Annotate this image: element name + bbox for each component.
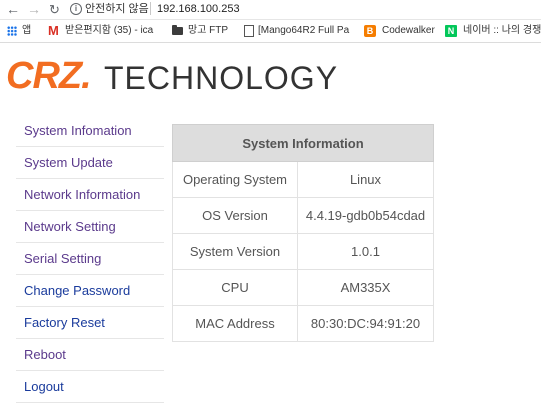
bookmark-apps[interactable]: 앱 bbox=[22, 20, 42, 42]
system-info-table: System Information Operating System Linu… bbox=[172, 124, 434, 342]
forward-arrow-icon[interactable]: → bbox=[27, 0, 41, 19]
apps-grid-icon bbox=[7, 26, 17, 36]
row-value: AM335X bbox=[297, 269, 434, 306]
table-header-row: System Information bbox=[172, 124, 434, 162]
sidebar-item-system-information[interactable]: System Infomation bbox=[16, 115, 164, 147]
info-icon[interactable]: i bbox=[70, 3, 82, 15]
back-arrow-icon[interactable]: ← bbox=[6, 0, 20, 19]
sidebar-item-network-information[interactable]: Network Information bbox=[16, 179, 164, 211]
sidebar-item-system-update[interactable]: System Update bbox=[16, 147, 164, 179]
bookmarks-bar: 앱 M 받은편지함 (35) - ica 망고 FTP [Mango64R2 F… bbox=[0, 20, 541, 43]
row-value: 80:30:DC:94:91:20 bbox=[297, 305, 434, 342]
sidebar-item-reboot[interactable]: Reboot bbox=[16, 339, 164, 371]
bookmark-inbox[interactable]: 받은편지함 (35) - ica bbox=[65, 20, 165, 42]
blogger-icon: B bbox=[364, 25, 376, 37]
security-label[interactable]: 안전하지 않음 bbox=[85, 2, 149, 16]
page-icon bbox=[244, 25, 254, 37]
url-field[interactable]: 192.168.100.253 bbox=[157, 2, 240, 16]
sidebar-item-factory-reset[interactable]: Factory Reset bbox=[16, 307, 164, 339]
table-row: CPU AM335X bbox=[172, 269, 434, 306]
browser-address-bar: ← → ↻ i 안전하지 않음 192.168.100.253 bbox=[0, 0, 541, 20]
url-separator bbox=[150, 2, 151, 15]
table-row: OS Version 4.4.19-gdb0b54cdad bbox=[172, 197, 434, 234]
naver-icon: N bbox=[445, 25, 457, 37]
sidebar-item-network-setting[interactable]: Network Setting bbox=[16, 211, 164, 243]
company-logo: CRZ. TECHNOLOGY bbox=[0, 44, 358, 107]
bookmark-naver[interactable]: 네이버 :: 나의 경쟁 bbox=[463, 20, 541, 42]
bookmark-mango64r2[interactable]: [Mango64R2 Full Pa bbox=[258, 20, 354, 42]
row-key: System Version bbox=[172, 233, 298, 270]
sidebar-item-logout[interactable]: Logout bbox=[16, 371, 164, 403]
row-key: OS Version bbox=[172, 197, 298, 234]
row-key: Operating System bbox=[172, 161, 298, 198]
sidebar-nav: System Infomation System Update Network … bbox=[16, 115, 164, 403]
table-row: System Version 1.0.1 bbox=[172, 233, 434, 270]
row-value: 4.4.19-gdb0b54cdad bbox=[297, 197, 434, 234]
reload-icon[interactable]: ↻ bbox=[49, 0, 60, 19]
logo-technology: TECHNOLOGY bbox=[104, 60, 339, 96]
sidebar-item-change-password[interactable]: Change Password bbox=[16, 275, 164, 307]
table-row: Operating System Linux bbox=[172, 161, 434, 198]
row-value: 1.0.1 bbox=[297, 233, 434, 270]
table-title: System Information bbox=[172, 124, 434, 162]
row-value: Linux bbox=[297, 161, 434, 198]
row-key: MAC Address bbox=[172, 305, 298, 342]
gmail-icon: M bbox=[48, 23, 59, 38]
sidebar-item-serial-setting[interactable]: Serial Setting bbox=[16, 243, 164, 275]
folder-icon bbox=[172, 25, 183, 35]
bookmark-mango-ftp[interactable]: 망고 FTP bbox=[188, 20, 238, 42]
logo-crz: CRZ. bbox=[6, 55, 92, 97]
row-key: CPU bbox=[172, 269, 298, 306]
bookmark-codewalker[interactable]: Codewalker bbox=[382, 20, 440, 42]
table-row: MAC Address 80:30:DC:94:91:20 bbox=[172, 305, 434, 342]
